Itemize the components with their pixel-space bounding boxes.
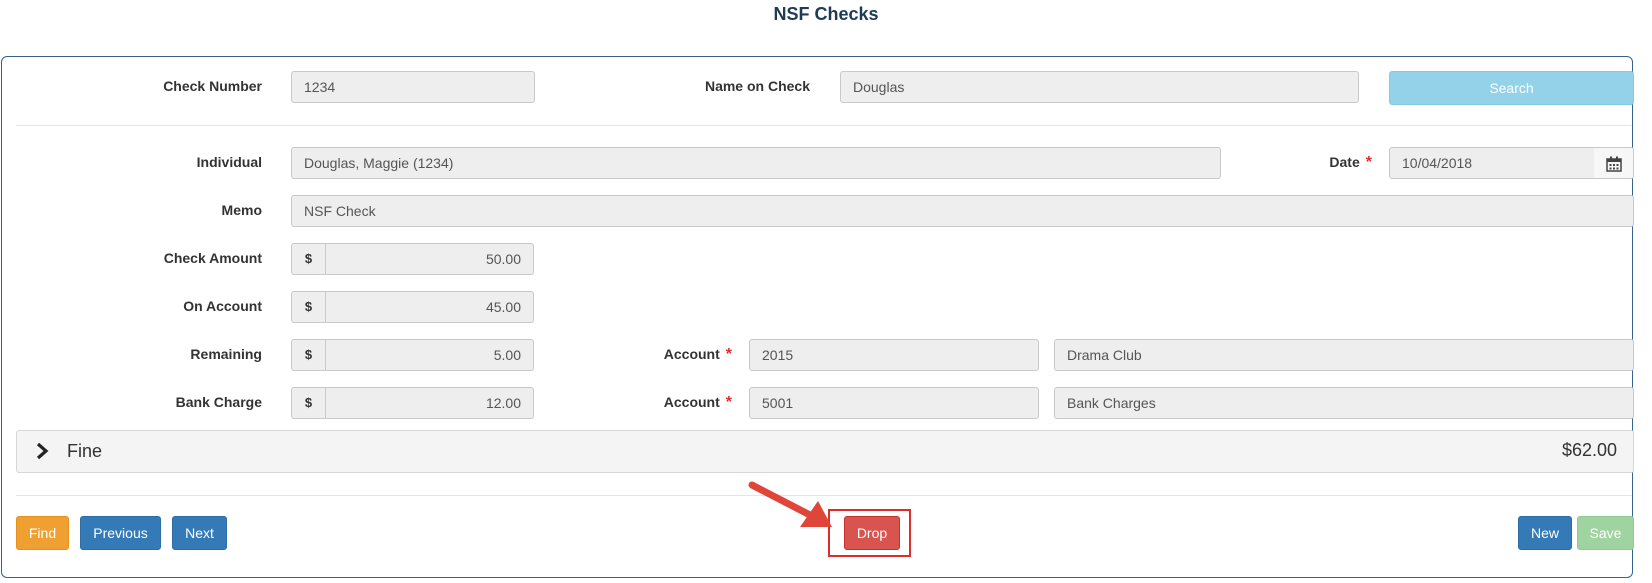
account-label-text: Account xyxy=(663,394,720,410)
bank-charge-value: 12.00 xyxy=(485,395,521,411)
on-account-value: 45.00 xyxy=(485,299,521,315)
on-account-label: On Account xyxy=(183,298,262,314)
check-amount-value: 50.00 xyxy=(485,251,521,267)
search-divider xyxy=(16,125,1632,126)
drop-highlight-box xyxy=(828,509,911,557)
calendar-icon xyxy=(1606,156,1622,172)
date-label: Date * xyxy=(1260,154,1372,172)
previous-button[interactable]: Previous xyxy=(80,516,161,550)
check-amount-label: Check Amount xyxy=(163,250,262,266)
calendar-button[interactable] xyxy=(1594,147,1634,179)
next-button[interactable]: Next xyxy=(172,516,227,550)
date-label-text: Date xyxy=(1329,154,1360,170)
page-title: NSF Checks xyxy=(773,4,879,24)
individual-label: Individual xyxy=(196,154,262,170)
memo-label: Memo xyxy=(221,202,262,218)
remaining-account-name-input[interactable]: Drama Club xyxy=(1054,339,1634,371)
bank-account-name-input[interactable]: Bank Charges xyxy=(1054,387,1634,419)
check-number-input[interactable]: 1234 xyxy=(291,71,535,103)
name-on-check-label: Name on Check xyxy=(704,78,810,94)
save-button[interactable]: Save xyxy=(1577,516,1634,550)
check-number-label: Check Number xyxy=(163,78,262,94)
fine-total: $62.00 xyxy=(1561,440,1617,460)
search-button[interactable]: Search xyxy=(1389,71,1634,105)
name-on-check-input[interactable]: Douglas xyxy=(840,71,1359,103)
required-marker: * xyxy=(1365,154,1372,171)
remaining-value: 5.00 xyxy=(493,347,521,363)
chevron-right-icon xyxy=(36,442,49,460)
memo-input[interactable]: NSF Check xyxy=(291,195,1634,227)
remaining-label: Remaining xyxy=(190,346,262,362)
currency-addon: $ xyxy=(292,388,326,418)
remaining-account-label: Account * xyxy=(640,346,732,364)
individual-input[interactable]: Douglas, Maggie (1234) xyxy=(291,147,1221,179)
bank-account-label: Account * xyxy=(640,394,732,412)
remaining-account-number-input[interactable]: 2015 xyxy=(749,339,1039,371)
bank-charge-field[interactable]: $ 12.00 xyxy=(291,387,534,419)
date-input[interactable]: 10/04/2018 xyxy=(1389,147,1595,179)
fine-label: Fine xyxy=(67,441,103,461)
bank-account-number-input[interactable]: 5001 xyxy=(749,387,1039,419)
currency-addon: $ xyxy=(292,292,326,322)
required-marker: * xyxy=(725,346,732,363)
annotation-arrow xyxy=(748,481,832,527)
find-button[interactable]: Find xyxy=(16,516,69,550)
on-account-field[interactable]: $ 45.00 xyxy=(291,291,534,323)
account-label-text: Account xyxy=(663,346,720,362)
currency-addon: $ xyxy=(292,340,326,370)
required-marker: * xyxy=(725,394,732,411)
check-amount-field[interactable]: $ 50.00 xyxy=(291,243,534,275)
new-button[interactable]: New xyxy=(1518,516,1572,550)
fine-section-toggle[interactable]: Fine $62.00 xyxy=(16,430,1634,473)
bank-charge-label: Bank Charge xyxy=(175,394,262,410)
remaining-field[interactable]: $ 5.00 xyxy=(291,339,534,371)
currency-addon: $ xyxy=(292,244,326,274)
